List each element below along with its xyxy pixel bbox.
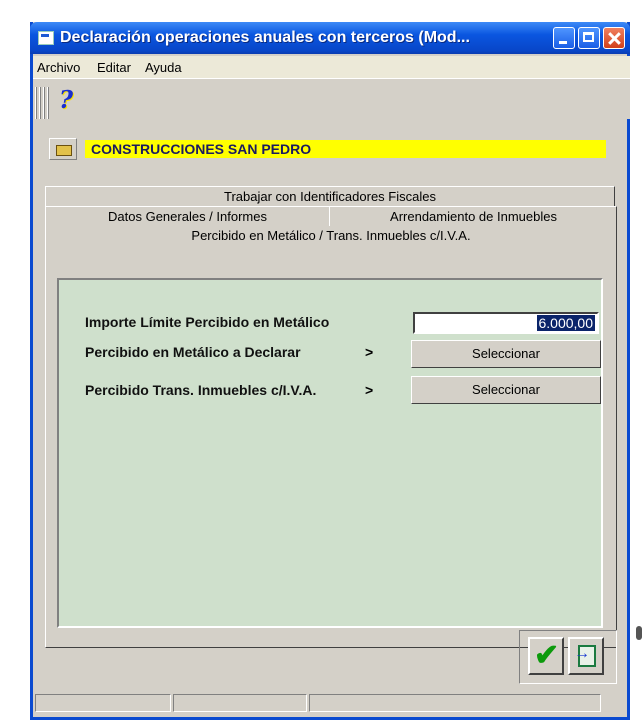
open-company-button[interactable] bbox=[49, 138, 77, 160]
content-panel: Importe Límite Percibido en Metálico 6.0… bbox=[57, 278, 603, 628]
status-cell-2 bbox=[173, 694, 307, 712]
company-name: CONSTRUCCIONES SAN PEDRO bbox=[85, 140, 606, 158]
status-cell-1 bbox=[35, 694, 171, 712]
close-button[interactable] bbox=[603, 27, 625, 49]
toolbar-grip[interactable] bbox=[35, 87, 49, 119]
menu-editar[interactable]: Editar bbox=[97, 60, 131, 75]
status-cell-3 bbox=[309, 694, 601, 712]
accept-button[interactable]: ✔ bbox=[528, 637, 564, 675]
page-edge-mark bbox=[636, 626, 642, 640]
limit-amount-value: 6.000,00 bbox=[536, 315, 595, 331]
tab-identificadores-fiscales[interactable]: Trabajar con Identificadores Fiscales bbox=[45, 186, 615, 206]
minimize-button[interactable] bbox=[553, 27, 575, 49]
toolbar: ? bbox=[33, 78, 630, 119]
tab-percibido-metalico[interactable]: Percibido en Metálico / Trans. Inmuebles… bbox=[45, 226, 617, 248]
tab-arrendamiento[interactable]: Arrendamiento de Inmuebles bbox=[329, 207, 617, 227]
cash-arrow: > bbox=[365, 344, 374, 360]
limit-label: Importe Límite Percibido en Metálico bbox=[85, 314, 330, 330]
app-window: Declaración operaciones anuales con terc… bbox=[30, 22, 630, 720]
transfer-label: Percibido Trans. Inmuebles c/I.V.A. bbox=[85, 382, 317, 398]
exit-door-icon bbox=[574, 645, 596, 667]
menu-bar: Archivo Editar Ayuda bbox=[33, 56, 630, 78]
limit-amount-input[interactable]: 6.000,00 bbox=[413, 312, 599, 334]
maximize-button[interactable] bbox=[578, 27, 600, 49]
select-transfer-button[interactable]: Seleccionar bbox=[411, 376, 601, 404]
tab-datos-generales[interactable]: Datos Generales / Informes bbox=[45, 207, 329, 227]
menu-archivo[interactable]: Archivo bbox=[37, 60, 80, 75]
folder-icon bbox=[56, 145, 72, 156]
company-bar: CONSTRUCCIONES SAN PEDRO bbox=[49, 138, 606, 162]
title-bar[interactable]: Declaración operaciones anuales con terc… bbox=[30, 22, 630, 54]
menu-ayuda[interactable]: Ayuda bbox=[145, 60, 182, 75]
select-cash-button[interactable]: Seleccionar bbox=[411, 340, 601, 368]
tab-row-2: Datos Generales / Informes Arrendamiento… bbox=[45, 206, 617, 227]
window-title: Declaración operaciones anuales con terc… bbox=[60, 29, 470, 46]
help-icon[interactable]: ? bbox=[59, 85, 73, 114]
exit-button[interactable] bbox=[568, 637, 604, 675]
window-icon bbox=[38, 31, 54, 45]
status-bar bbox=[33, 692, 630, 714]
cash-label: Percibido en Metálico a Declarar bbox=[85, 344, 301, 360]
action-box: ✔ bbox=[519, 630, 617, 684]
checkmark-icon: ✔ bbox=[534, 639, 560, 672]
transfer-arrow: > bbox=[365, 382, 374, 398]
